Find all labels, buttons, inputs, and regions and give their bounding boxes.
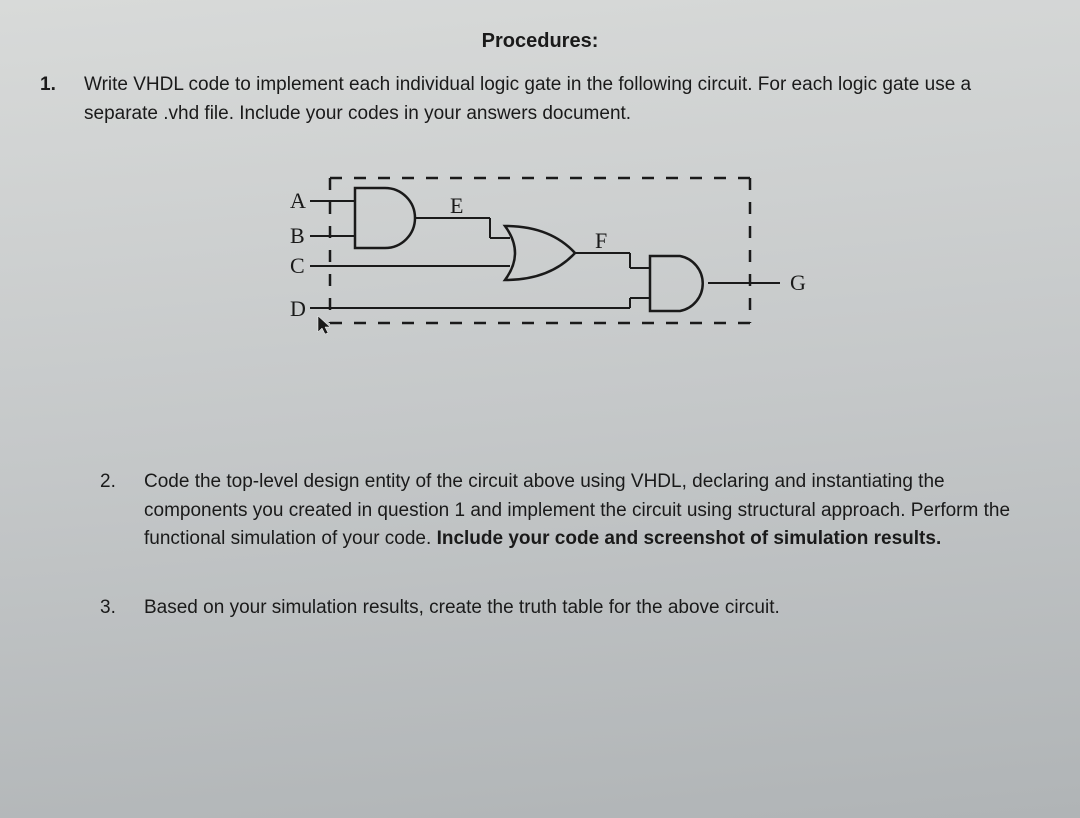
- question-1-number: 1.: [40, 71, 64, 128]
- question-1-text: Write VHDL code to implement each indivi…: [84, 71, 1040, 128]
- question-2-text: Code the top-level design entity of the …: [144, 468, 1040, 554]
- or-gate: [505, 226, 575, 280]
- signal-label-F: F: [595, 228, 607, 253]
- input-label-B: B: [290, 223, 305, 248]
- question-3: 3. Based on your simulation results, cre…: [40, 594, 1040, 623]
- question-1: 1. Write VHDL code to implement each ind…: [40, 71, 1040, 128]
- and-gate-1: [355, 188, 415, 248]
- output-label-G: G: [790, 270, 806, 295]
- signal-label-E: E: [450, 193, 463, 218]
- question-3-number: 3.: [100, 594, 124, 623]
- input-label-C: C: [290, 253, 305, 278]
- question-3-text: Based on your simulation results, create…: [144, 594, 780, 623]
- question-2-number: 2.: [100, 468, 124, 554]
- question-2-text-bold: Include your code and screenshot of simu…: [437, 528, 942, 549]
- input-label-D: D: [290, 296, 306, 321]
- cursor-icon: [318, 316, 330, 334]
- question-2: 2. Code the top-level design entity of t…: [40, 468, 1040, 554]
- logic-circuit-diagram: A B C D E F G: [260, 168, 820, 348]
- procedures-heading: Procedures:: [40, 30, 1040, 53]
- input-label-A: A: [290, 188, 306, 213]
- and-gate-2: [650, 256, 703, 311]
